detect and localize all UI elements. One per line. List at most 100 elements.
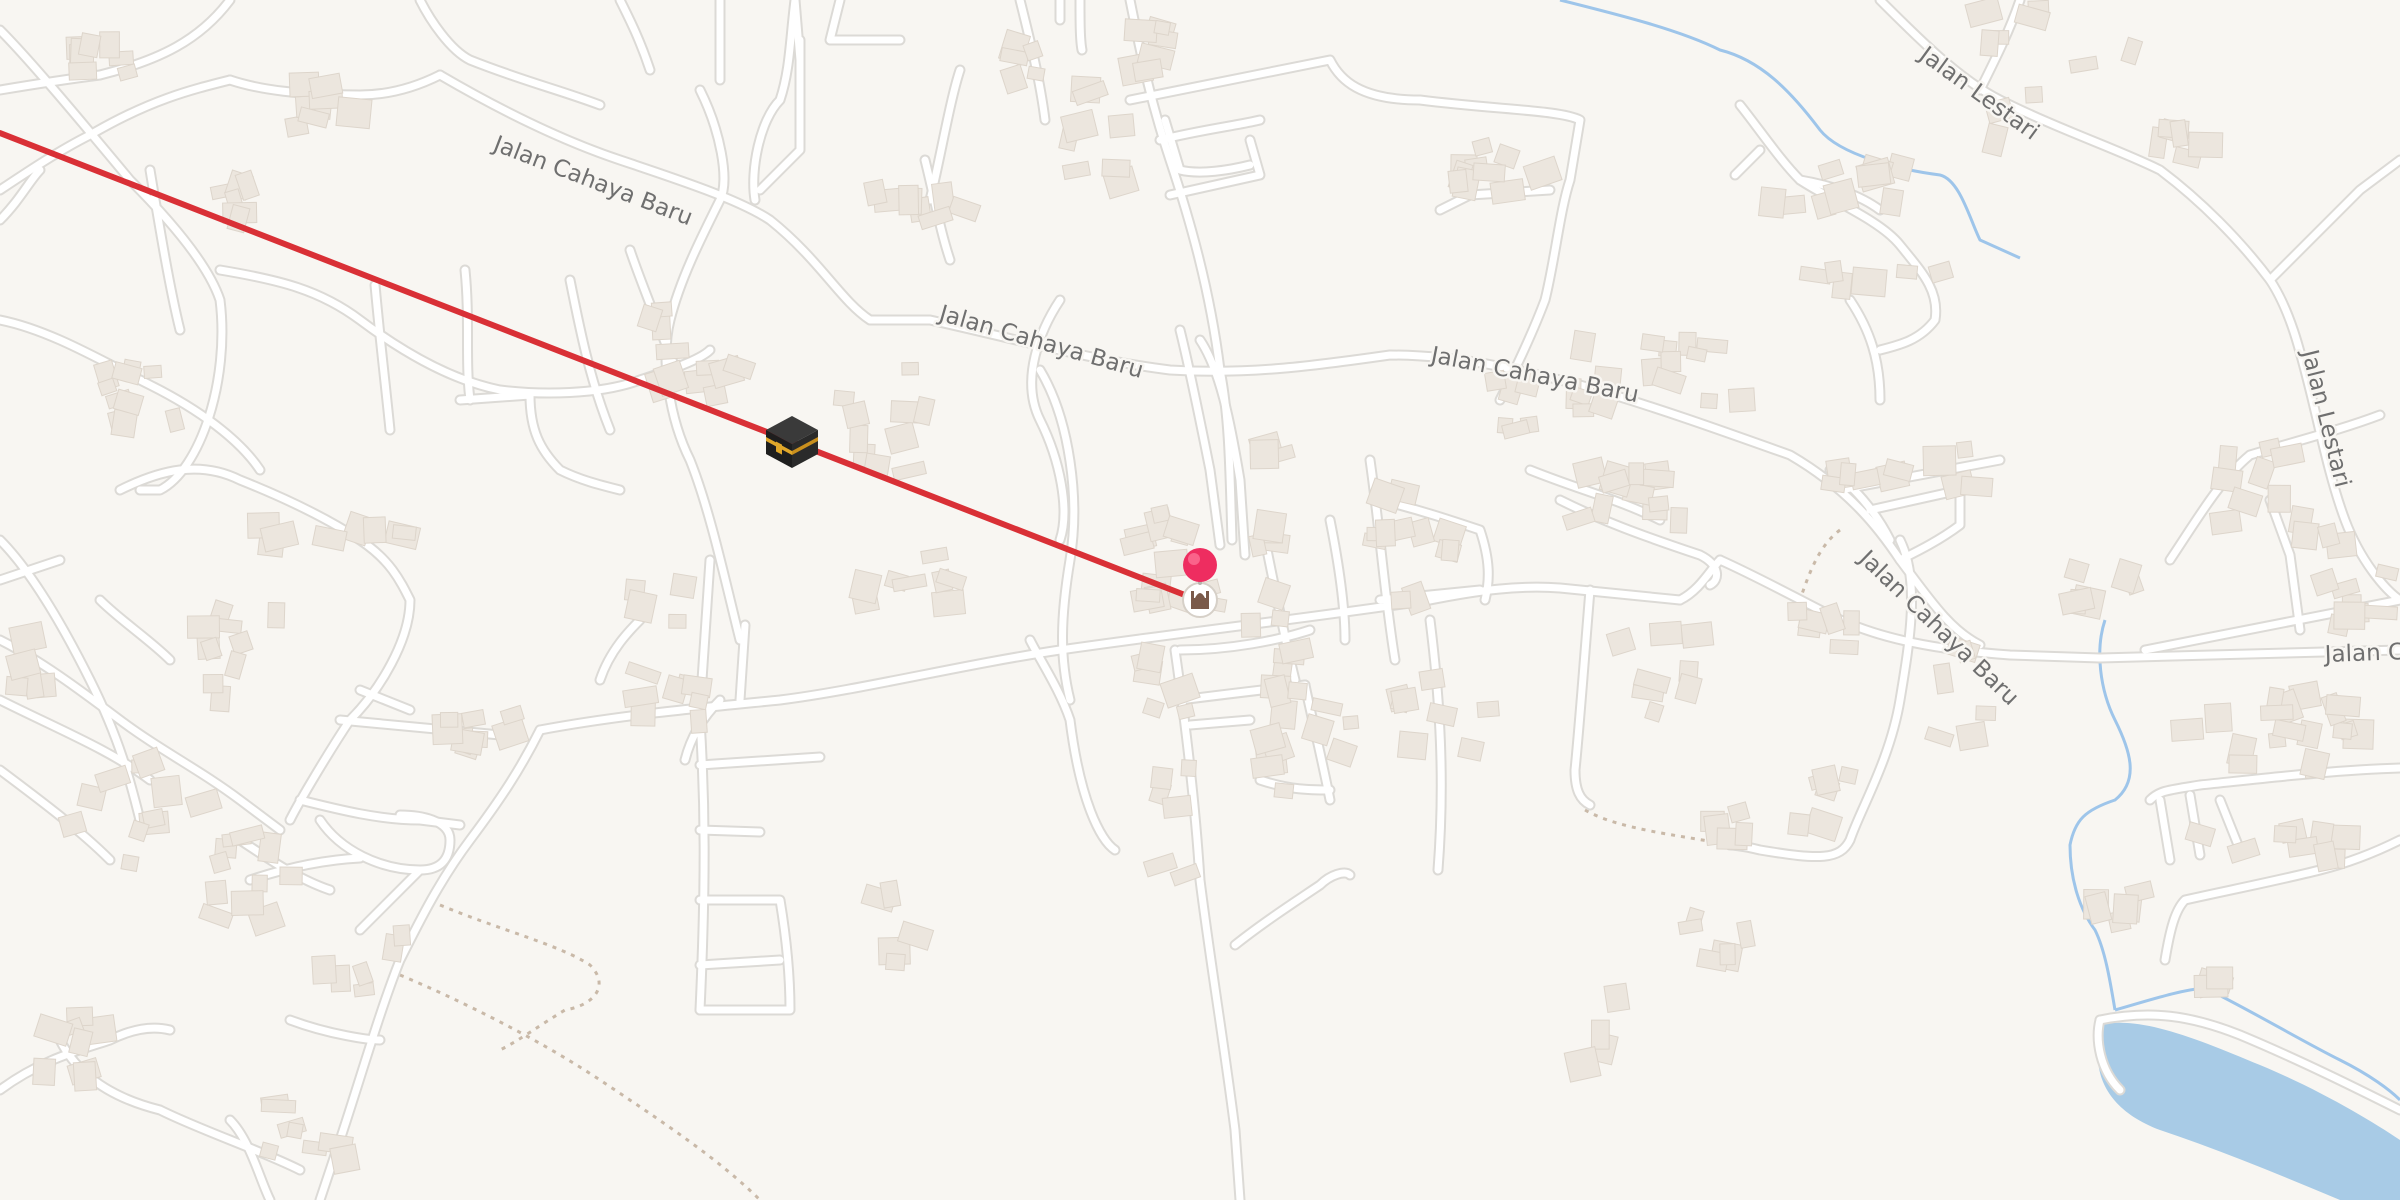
road-segment (696, 826, 764, 836)
building (1829, 638, 1859, 656)
building (1955, 720, 1989, 752)
building (2169, 119, 2189, 148)
road-segment (1186, 716, 1254, 729)
building (267, 601, 286, 629)
building (1107, 113, 1136, 139)
mosque-icon[interactable] (1182, 582, 1218, 618)
building (1287, 681, 1308, 701)
building (1270, 609, 1290, 628)
building (1603, 982, 1631, 1013)
building (311, 954, 337, 985)
building (1960, 475, 1994, 498)
building (216, 617, 243, 635)
building (2112, 893, 2139, 925)
building (1979, 29, 2000, 57)
building (120, 853, 140, 873)
building (392, 924, 412, 947)
building (930, 588, 967, 618)
building (230, 890, 265, 916)
building (1390, 686, 1420, 715)
building (841, 400, 871, 430)
building (2332, 721, 2353, 740)
road-segment (1076, 0, 1086, 54)
building (279, 866, 303, 886)
building (286, 1121, 304, 1140)
building (1131, 58, 1164, 83)
building (688, 691, 709, 711)
building (1161, 794, 1193, 819)
building (1787, 601, 1808, 622)
building (1727, 387, 1756, 413)
building (1447, 168, 1469, 194)
building (204, 879, 229, 906)
building (1563, 1046, 1602, 1083)
building (1647, 495, 1670, 513)
building (251, 874, 268, 893)
building (2299, 747, 2331, 781)
building (669, 572, 698, 600)
building (1879, 187, 1905, 217)
building (898, 184, 920, 216)
building (1640, 333, 1666, 353)
building (1590, 1019, 1610, 1050)
building (391, 524, 417, 542)
building (68, 61, 98, 81)
building (1700, 392, 1719, 410)
building (901, 361, 920, 376)
building (2324, 694, 2362, 718)
building (1975, 705, 1997, 722)
building (2228, 754, 2258, 774)
building (1249, 439, 1280, 470)
building (1680, 621, 1715, 649)
building (99, 31, 120, 59)
building (1180, 759, 1197, 778)
building (2203, 702, 2233, 734)
building (2024, 85, 2044, 104)
building (186, 615, 221, 639)
building (2273, 825, 2298, 844)
building (2362, 604, 2399, 621)
building (1026, 65, 1046, 82)
building (1489, 178, 1526, 205)
building (1273, 782, 1295, 800)
building (1838, 462, 1857, 487)
building (1811, 764, 1841, 797)
building (1396, 730, 1429, 761)
building (1374, 518, 1396, 548)
building (1101, 158, 1131, 178)
street-label-cahaya-baru-5: Jalan C (2322, 639, 2400, 668)
building (1440, 538, 1460, 562)
building (1252, 508, 1288, 544)
map-canvas[interactable]: Jalan Cahaya Baru Jalan Cahaya Baru Jala… (0, 0, 2400, 1200)
building (72, 1061, 98, 1092)
building (32, 1057, 57, 1086)
building (849, 424, 869, 454)
building (884, 952, 906, 972)
road-segment (696, 956, 784, 969)
building (1569, 329, 1597, 363)
building (689, 708, 708, 734)
building (439, 711, 459, 728)
building (1342, 715, 1360, 731)
building (143, 364, 163, 380)
building (1457, 736, 1485, 762)
building (1843, 610, 1860, 636)
building (1476, 700, 1500, 719)
building (460, 709, 487, 729)
building (1149, 766, 1174, 791)
building (1648, 620, 1684, 647)
building (335, 96, 373, 130)
building (202, 674, 224, 694)
building (260, 1098, 297, 1114)
building (1922, 445, 1957, 477)
building (329, 1143, 361, 1175)
building (1639, 468, 1675, 489)
building (863, 178, 888, 207)
building (1240, 612, 1262, 638)
building (150, 774, 183, 809)
building (1734, 821, 1754, 847)
building (1895, 263, 1919, 280)
building (1153, 19, 1172, 36)
building (1250, 754, 1285, 779)
building (2187, 131, 2224, 159)
